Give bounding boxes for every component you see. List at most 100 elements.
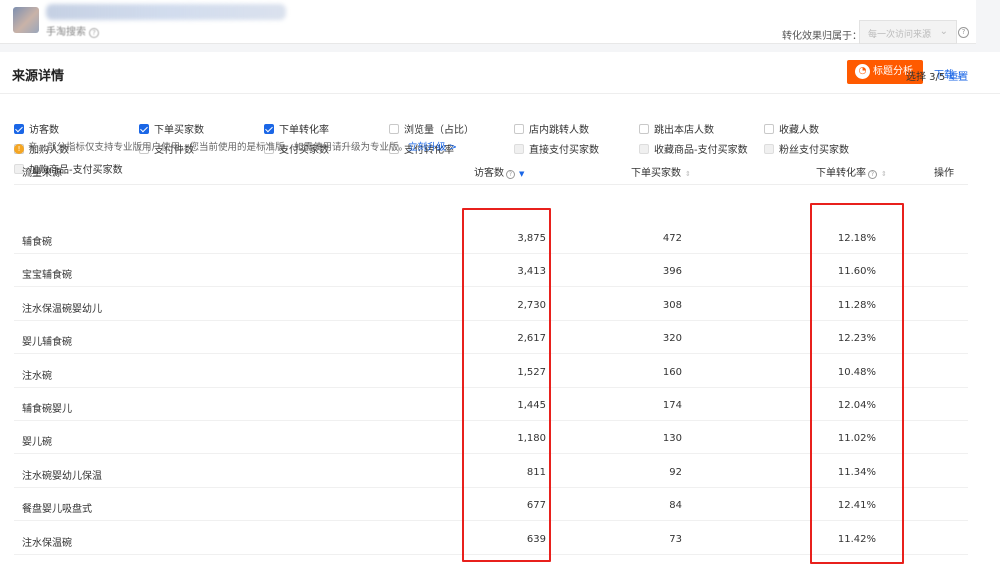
metric-checkbox[interactable]: 直接支付买家数 [514, 141, 599, 156]
checkbox-icon[interactable] [764, 144, 774, 154]
rate-cell: 12.04% [837, 400, 876, 411]
visitors-cell: 3,413 [517, 266, 546, 278]
source-header: 手淘搜索? 转化效果归属于： 每一次访问来源 ⌄ ? [0, 0, 976, 44]
reset-link[interactable]: 重置 [948, 72, 968, 83]
rate-cell: 11.42% [837, 533, 876, 545]
rate-cell: 11.34% [837, 466, 876, 478]
metric-checkbox[interactable]: 跳出本店人数 [639, 121, 714, 136]
table-row: 辅食碗婴儿 1,445 174 12.04% [14, 388, 968, 421]
sort-icon[interactable]: ⇕ [881, 170, 887, 178]
metric-label: 下单转化率 [279, 125, 329, 136]
checkbox-checked-icon[interactable] [14, 124, 24, 134]
visitors-cell: 1,445 [517, 400, 546, 411]
metric-label: 跳出本店人数 [654, 125, 714, 136]
upgrade-notice: ! 亲，部分指标仅支持专业版用户使用，您当前使用的是标准版，如需使用请升级为专业版… [14, 139, 457, 154]
buyers-header-label: 下单买家数 [631, 168, 681, 179]
source-cell: 注水碗婴幼儿保温 [22, 470, 102, 482]
chevron-down-icon: ⌄ [939, 26, 948, 37]
rate-cell: 11.60% [837, 266, 876, 278]
metric-label: 收藏人数 [779, 125, 819, 136]
source-cell: 婴儿辅食碗 [22, 337, 72, 349]
sort-desc-icon[interactable]: ▼ [519, 170, 524, 178]
checkbox-icon[interactable] [514, 144, 524, 154]
buyers-cell: 396 [662, 266, 682, 278]
attribution-select[interactable]: 每一次访问来源 ⌄ [859, 20, 957, 44]
metric-checkbox[interactable]: 店内跳转人数 [514, 121, 589, 136]
column-header-buyers[interactable]: 下单买家数 ⇕ [631, 164, 691, 179]
rate-cell: 11.28% [837, 299, 876, 311]
help-icon[interactable]: ? [868, 170, 877, 179]
attribution-help-icon[interactable]: ? [958, 27, 969, 38]
help-icon[interactable]: ? [506, 170, 515, 179]
metric-checkbox[interactable]: 下单转化率 [264, 121, 329, 136]
rate-cell: 12.23% [837, 333, 876, 345]
column-header-action: 操作 [934, 168, 954, 179]
product-thumbnail [13, 7, 39, 33]
checkbox-icon[interactable] [639, 124, 649, 134]
checkbox-checked-icon[interactable] [139, 124, 149, 134]
visitors-cell: 639 [526, 533, 546, 545]
buyers-cell: 320 [662, 333, 682, 345]
rate-cell: 10.48% [837, 366, 876, 378]
visitors-cell: 811 [526, 466, 546, 478]
buyers-cell: 174 [662, 400, 682, 411]
checkbox-icon[interactable] [639, 144, 649, 154]
buyers-cell: 472 [662, 233, 682, 244]
rate-cell: 11.02% [837, 433, 876, 445]
breadcrumb-label: 手淘搜索 [46, 27, 86, 38]
metric-checkbox[interactable]: 访客数 [14, 121, 59, 136]
metric-label: 浏览量（占比） [404, 125, 474, 136]
notice-text: 亲，部分指标仅支持专业版用户使用，您当前使用的是标准版，如需使用请升级为专业版。 [28, 142, 409, 153]
metric-checkbox[interactable]: 粉丝支付买家数 [764, 141, 849, 156]
attribution-label: 转化效果归属于： [782, 31, 862, 42]
column-header-rate[interactable]: 下单转化率? ⇕ [816, 164, 887, 179]
help-icon[interactable]: ? [89, 28, 99, 38]
source-cell: 注水碗 [22, 370, 52, 382]
table-row: 注水碗婴幼儿保温 811 92 11.34% [14, 455, 968, 488]
checkbox-icon[interactable] [389, 124, 399, 134]
metric-checkbox[interactable]: 收藏商品-支付买家数 [639, 141, 748, 156]
selection-counter: 选择 3/5 重置 [906, 68, 968, 83]
checkbox-icon[interactable] [514, 124, 524, 134]
column-header-visitors[interactable]: 访客数? ▼ [474, 164, 524, 179]
checkbox-checked-icon[interactable] [264, 124, 274, 134]
breadcrumb: 手淘搜索? [46, 23, 99, 38]
visitors-header-label: 访客数 [474, 168, 504, 179]
visitors-cell: 1,180 [517, 433, 546, 445]
visitors-cell: 1,527 [517, 366, 546, 378]
divider [0, 93, 1000, 94]
visitors-cell: 2,617 [517, 333, 546, 345]
sort-icon[interactable]: ⇕ [685, 170, 691, 178]
source-cell: 婴儿碗 [22, 437, 52, 449]
table-row: 婴儿辅食碗 2,617 320 12.23% [14, 321, 968, 355]
source-cell: 餐盘婴儿吸盘式 [22, 504, 92, 516]
metric-label: 访客数 [29, 125, 59, 136]
warning-icon: ! [14, 144, 24, 154]
table-row: 辅食碗 3,875 472 12.18% [14, 221, 968, 254]
blurred-product-title [46, 4, 286, 20]
visitors-cell: 2,730 [517, 299, 546, 311]
buyers-cell: 92 [669, 466, 682, 478]
metric-label: 店内跳转人数 [529, 125, 589, 136]
table-row: 注水碗 1,527 160 10.48% [14, 355, 968, 388]
buyers-cell: 73 [669, 533, 682, 545]
rate-header-label: 下单转化率 [816, 168, 866, 179]
checkbox-icon[interactable] [764, 124, 774, 134]
metric-checkbox[interactable]: 收藏人数 [764, 121, 819, 136]
buyers-cell: 84 [669, 500, 682, 512]
metric-checkbox[interactable]: 浏览量（占比） [389, 121, 474, 136]
analysis-icon: ◔ [855, 64, 870, 79]
source-cell: 辅食碗 [22, 237, 52, 248]
buyers-cell: 160 [662, 366, 682, 378]
buyers-cell: 308 [662, 299, 682, 311]
table-row: 注水保温碗婴幼儿 2,730 308 11.28% [14, 288, 968, 321]
table-row: 宝宝辅食碗 3,413 396 11.60% [14, 254, 968, 288]
source-cell: 注水保温碗 [22, 537, 72, 549]
source-cell: 辅食碗婴儿 [22, 404, 72, 415]
upgrade-link[interactable]: 立刻升级 > [408, 142, 457, 153]
attribution-value: 每一次访问来源 [868, 30, 932, 40]
buyers-cell: 130 [662, 433, 682, 445]
table-row: 餐盘婴儿吸盘式 677 84 12.41% [14, 488, 968, 522]
metric-checkbox[interactable]: 下单买家数 [139, 121, 204, 136]
visitors-cell: 677 [526, 500, 546, 512]
